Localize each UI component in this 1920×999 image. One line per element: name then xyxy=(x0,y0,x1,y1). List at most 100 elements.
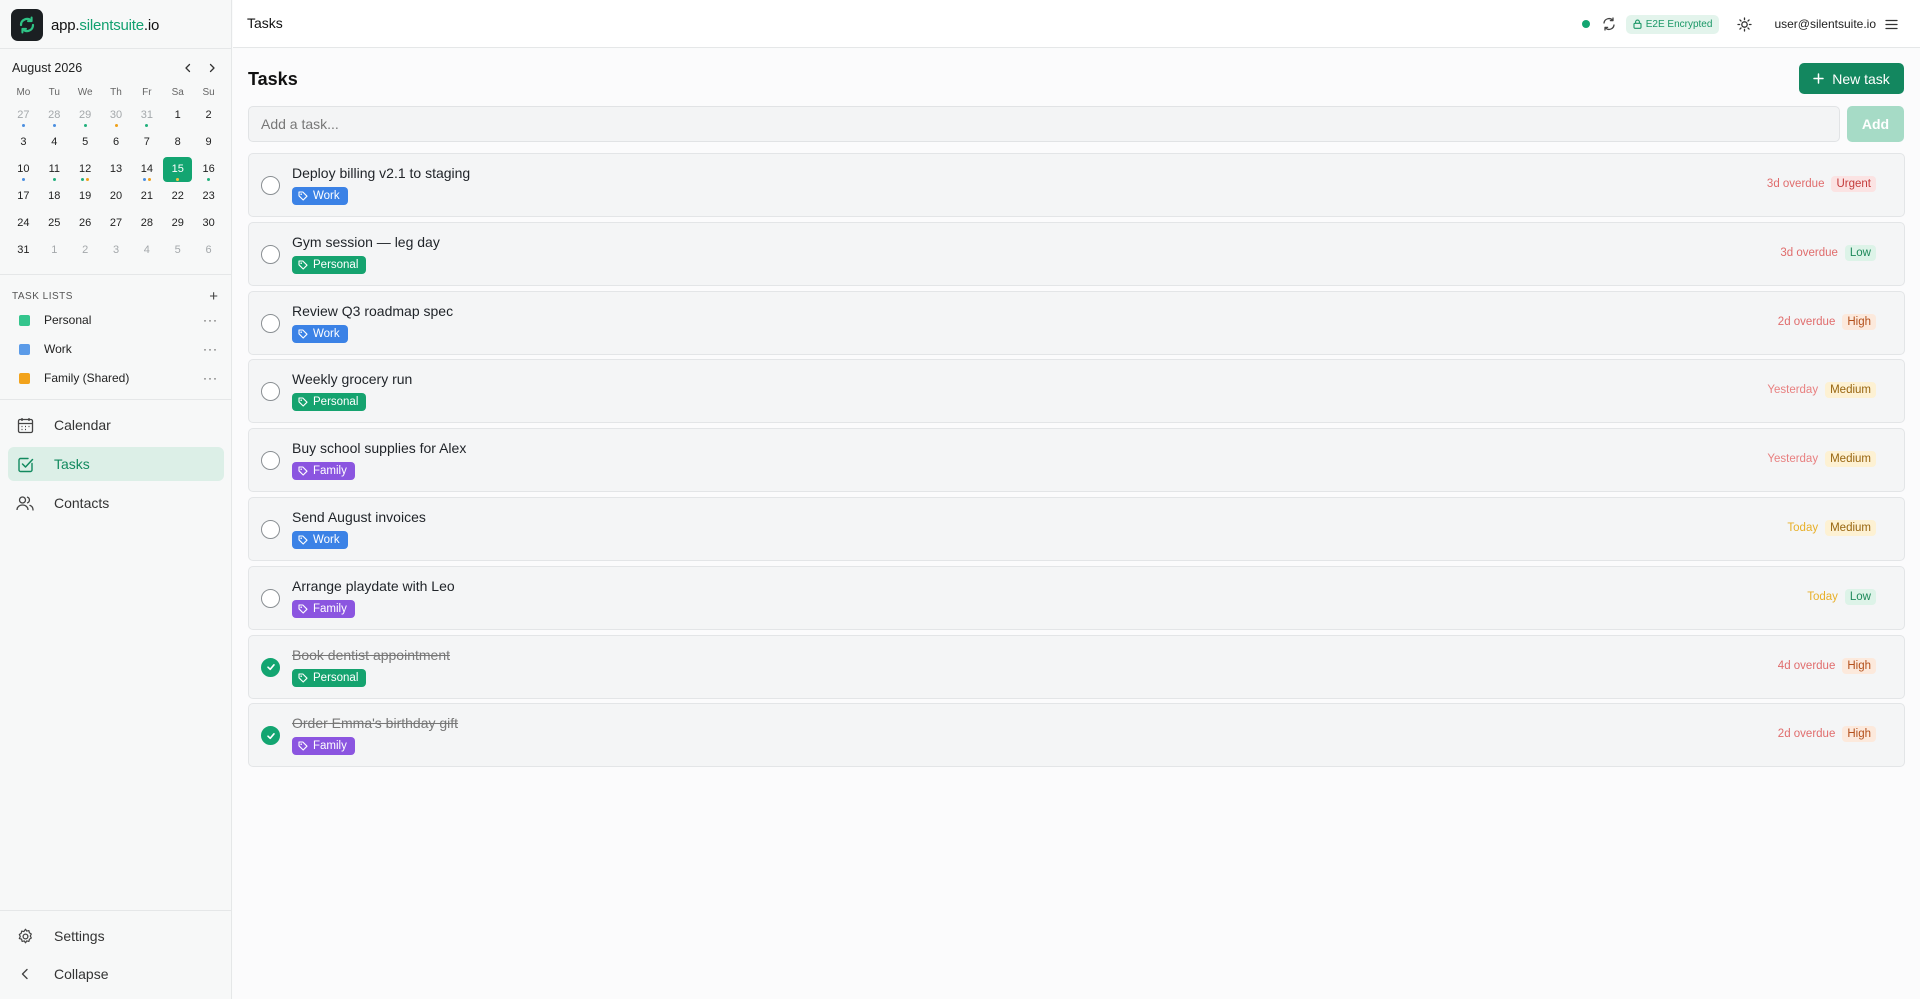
list-color-swatch xyxy=(19,314,30,326)
calendar-day[interactable]: 31 xyxy=(131,103,162,128)
calendar-day[interactable]: 24 xyxy=(8,211,39,236)
add-task-input[interactable] xyxy=(248,106,1840,142)
task-tag-label: Family xyxy=(313,602,347,615)
tag-icon xyxy=(298,535,308,545)
task-checkbox[interactable] xyxy=(261,451,280,471)
calendar-day[interactable]: 19 xyxy=(70,184,101,209)
task-checkbox[interactable] xyxy=(261,520,280,539)
calendar-day[interactable]: 25 xyxy=(39,211,70,236)
chevron-left-icon[interactable] xyxy=(181,61,195,75)
calendar-day[interactable]: 1 xyxy=(39,238,70,263)
calendar-day[interactable]: 18 xyxy=(39,184,70,209)
calendar-day[interactable]: 10 xyxy=(8,157,39,182)
chevron-right-icon[interactable] xyxy=(205,61,219,75)
calendar-day[interactable]: 29 xyxy=(70,103,101,128)
task-tag-label: Family xyxy=(313,740,347,753)
more-options-button[interactable]: ··· xyxy=(203,371,218,385)
more-options-button[interactable]: ··· xyxy=(203,313,218,327)
task-item[interactable]: Send August invoices Work Today Medium xyxy=(248,497,1905,561)
calendar-day[interactable]: 12 xyxy=(70,157,101,182)
nav-contacts[interactable]: Contacts xyxy=(8,486,224,520)
task-list-item[interactable]: Personal ··· xyxy=(12,309,218,331)
calendar-day[interactable]: 4 xyxy=(39,130,70,155)
sun-icon[interactable] xyxy=(1737,16,1753,32)
task-due: Today xyxy=(1787,522,1819,534)
calendar-day[interactable]: 9 xyxy=(193,130,224,155)
calendar-day[interactable]: 5 xyxy=(70,130,101,155)
brand[interactable]: app.silentsuite.io xyxy=(11,9,159,41)
calendar-day-number: 29 xyxy=(79,109,92,121)
task-checkbox[interactable] xyxy=(261,588,280,608)
calendar-day[interactable]: 28 xyxy=(131,211,162,236)
calendar-day[interactable]: 30 xyxy=(193,211,224,236)
priority-badge: Medium xyxy=(1825,520,1876,536)
calendar-day-number: 30 xyxy=(109,109,123,121)
hamburger-menu-icon[interactable] xyxy=(1885,19,1898,30)
task-item[interactable]: Book dentist appointment Personal 4d overd… xyxy=(248,634,1905,699)
calendar-day[interactable]: 16 xyxy=(193,157,224,182)
task-checkbox[interactable] xyxy=(261,657,280,677)
calendar-day[interactable]: 22 xyxy=(162,184,193,209)
calendar-day-number: 27 xyxy=(109,217,123,229)
calendar-day[interactable]: 5 xyxy=(162,238,193,263)
nav-settings[interactable]: Settings xyxy=(8,919,224,953)
event-dot xyxy=(142,178,146,181)
calendar-day-number: 6 xyxy=(112,136,120,148)
calendar-day-today[interactable]: 15 xyxy=(163,157,193,182)
calendar-day[interactable]: 13 xyxy=(101,157,132,182)
task-checkbox[interactable] xyxy=(261,726,280,746)
calendar-day[interactable]: 3 xyxy=(8,130,39,155)
nav-tasks[interactable]: Tasks xyxy=(8,447,224,481)
task-list-item[interactable]: Family (Shared) ··· xyxy=(12,367,218,389)
calendar-day[interactable]: 11 xyxy=(39,157,70,182)
calendar-day-number: 10 xyxy=(17,163,30,175)
calendar-day[interactable]: 31 xyxy=(8,238,39,263)
new-task-button[interactable]: New task xyxy=(1799,63,1904,94)
event-dot xyxy=(147,178,151,181)
calendar-day[interactable]: 20 xyxy=(101,184,132,209)
task-tag-label: Personal xyxy=(313,396,359,409)
calendar-day[interactable]: 6 xyxy=(101,130,132,155)
calendar-week: 3 4 5 6 7 8 9 xyxy=(8,129,224,156)
more-options-button[interactable]: ··· xyxy=(203,342,218,356)
calendar-day[interactable]: 23 xyxy=(193,184,224,209)
collapse-sidebar-button[interactable]: Collapse xyxy=(8,957,224,991)
calendar-day[interactable]: 30 xyxy=(101,103,132,128)
task-list-item[interactable]: Work ··· xyxy=(12,338,218,360)
add-list-button[interactable]: + xyxy=(209,289,218,304)
calendar-day[interactable]: 6 xyxy=(193,238,224,263)
sync-icon[interactable] xyxy=(1602,17,1616,31)
task-checkbox[interactable] xyxy=(261,244,280,264)
calendar-day[interactable]: 3 xyxy=(101,238,132,263)
add-task-button[interactable]: Add xyxy=(1847,106,1904,142)
task-checkbox[interactable] xyxy=(261,176,280,195)
task-item[interactable]: Buy school supplies for Alex Family Yester… xyxy=(248,428,1905,493)
user-email[interactable]: user@silentsuite.io xyxy=(1774,17,1876,31)
task-checkbox[interactable] xyxy=(261,382,280,402)
calendar-day[interactable]: 27 xyxy=(8,103,39,128)
task-item[interactable]: Weekly grocery run Personal Yesterday Mediu… xyxy=(248,359,1905,424)
calendar-day[interactable]: 2 xyxy=(70,238,101,263)
task-item[interactable]: Review Q3 roadmap spec Work 2d overdue High xyxy=(248,290,1905,355)
calendar-day[interactable]: 26 xyxy=(70,211,101,236)
calendar-day[interactable]: 1 xyxy=(162,103,193,128)
task-checkbox[interactable] xyxy=(261,313,280,333)
calendar-day[interactable]: 21 xyxy=(131,184,162,209)
task-item[interactable]: Order Emma's birthday gift Family 2d overd… xyxy=(248,703,1905,768)
task-item[interactable]: Arrange playdate with Leo Family Today Low xyxy=(248,565,1905,630)
calendar-day[interactable]: 4 xyxy=(131,238,162,263)
calendar-day[interactable]: 27 xyxy=(101,211,132,236)
event-dots xyxy=(39,124,70,127)
new-task-label: New task xyxy=(1832,70,1890,87)
task-item[interactable]: Gym session — leg day Personal 3d overdue L… xyxy=(248,221,1905,286)
calendar-day[interactable]: 28 xyxy=(39,103,70,128)
task-item[interactable]: Deploy billing v2.1 to staging Work 3d ove… xyxy=(248,153,1905,217)
event-dot xyxy=(81,178,85,181)
calendar-day[interactable]: 17 xyxy=(8,184,39,209)
calendar-day[interactable]: 8 xyxy=(162,130,193,155)
calendar-day[interactable]: 2 xyxy=(193,103,224,128)
calendar-day[interactable]: 7 xyxy=(131,130,162,155)
nav-calendar[interactable]: Calendar xyxy=(8,408,224,442)
calendar-day[interactable]: 14 xyxy=(131,157,162,182)
calendar-day[interactable]: 29 xyxy=(162,211,193,236)
